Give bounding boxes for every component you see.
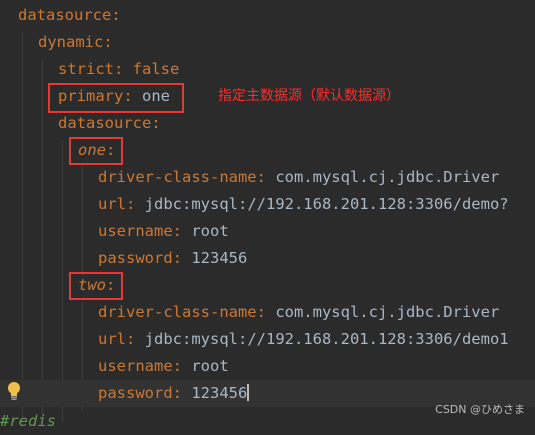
yaml-key: strict xyxy=(58,60,114,78)
yaml-key: password xyxy=(98,249,173,267)
code-line: driver-class-name: com.mysql.cj.jdbc.Dri… xyxy=(98,168,500,186)
yaml-value: root xyxy=(191,357,229,375)
yaml-key: datasource xyxy=(58,114,152,132)
yaml-value: false xyxy=(132,60,180,78)
yaml-value: jdbc:mysql://192.168.201.128:3306/demo1 xyxy=(144,330,509,348)
code-line: dynamic: xyxy=(38,33,113,51)
code-line: datasource: xyxy=(58,114,161,132)
code-line: password: 123456 xyxy=(98,249,248,267)
code-line: url: jdbc:mysql://192.168.201.128:3306/d… xyxy=(98,195,509,213)
yaml-value: 123456 xyxy=(191,384,248,402)
yaml-value: com.mysql.cj.jdbc.Driver xyxy=(275,303,500,321)
code-line: strict: false xyxy=(58,60,180,78)
code-line: datasource: xyxy=(18,6,121,24)
yaml-value: 123456 xyxy=(191,249,248,267)
yaml-value: jdbc:mysql://192.168.201.128:3306/demo? xyxy=(144,195,509,213)
code-line: username: root xyxy=(98,357,229,375)
yaml-key: datasource xyxy=(18,6,112,24)
yaml-value: com.mysql.cj.jdbc.Driver xyxy=(275,168,500,186)
yaml-key: dynamic xyxy=(38,33,104,51)
highlight-box-one xyxy=(69,137,123,165)
code-line: username: root xyxy=(98,222,229,240)
annotation-text: 指定主数据源（默认数据源） xyxy=(218,88,400,104)
yaml-key: username xyxy=(98,357,173,375)
code-line: url: jdbc:mysql://192.168.201.128:3306/d… xyxy=(98,330,509,348)
yaml-comment: #redis xyxy=(0,412,56,430)
yaml-key: driver-class-name xyxy=(98,303,257,321)
highlight-box-two xyxy=(69,272,123,300)
yaml-key: username xyxy=(98,222,173,240)
yaml-key: driver-class-name xyxy=(98,168,257,186)
highlight-box-primary xyxy=(48,83,184,113)
code-line: driver-class-name: com.mysql.cj.jdbc.Dri… xyxy=(98,303,500,321)
code-editor[interactable]: datasource: dynamic: strict: false prima… xyxy=(0,0,535,430)
yaml-value: root xyxy=(191,222,229,240)
text-caret xyxy=(247,384,249,401)
yaml-key: url xyxy=(98,330,126,348)
yaml-key: url xyxy=(98,195,126,213)
watermark: CSDN @ひめさま xyxy=(435,403,525,416)
yaml-key: password xyxy=(98,384,173,402)
lightbulb-icon[interactable] xyxy=(6,381,22,401)
